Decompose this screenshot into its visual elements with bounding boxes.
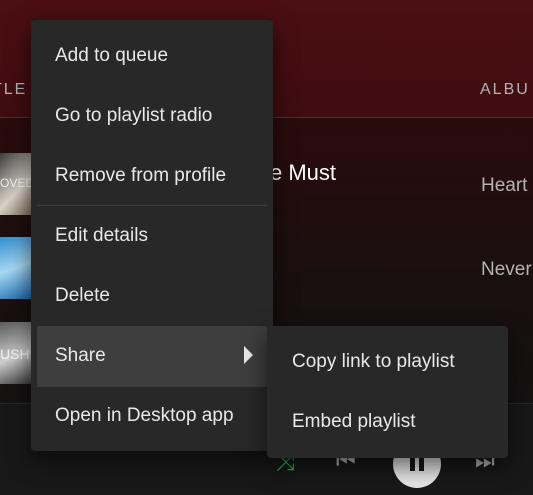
column-header-title[interactable]: TLE: [0, 81, 27, 99]
context-menu: Add to queue Go to playlist radio Remove…: [31, 20, 273, 451]
artwork-text-3: USH: [0, 346, 30, 362]
menu-item-open-in-desktop-app[interactable]: Open in Desktop app: [37, 386, 267, 446]
menu-item-share[interactable]: Share: [37, 326, 267, 386]
menu-item-delete[interactable]: Delete: [37, 266, 267, 326]
menu-item-remove-from-profile[interactable]: Remove from profile: [37, 146, 267, 206]
submenu-item-label: Copy link to playlist: [292, 351, 455, 372]
menu-item-label: Open in Desktop app: [55, 405, 234, 426]
menu-item-label: Add to queue: [55, 45, 169, 66]
menu-item-label: Share: [55, 345, 106, 366]
submenu-item-embed-playlist[interactable]: Embed playlist: [273, 392, 502, 452]
track-title-1[interactable]: e Must: [270, 160, 336, 186]
menu-item-edit-details[interactable]: Edit details: [37, 206, 267, 266]
artwork-text-1: OVED: [0, 176, 35, 190]
menu-item-label: Go to playlist radio: [55, 105, 213, 126]
submenu-item-copy-link-to-playlist[interactable]: Copy link to playlist: [273, 332, 502, 392]
chevron-right-icon: [244, 346, 253, 364]
menu-item-go-to-playlist-radio[interactable]: Go to playlist radio: [37, 86, 267, 146]
album-cell-2[interactable]: Never: [481, 259, 532, 281]
column-header-album[interactable]: ALBU: [480, 81, 530, 99]
menu-item-label: Edit details: [55, 225, 148, 246]
submenu-item-label: Embed playlist: [292, 411, 416, 432]
menu-item-label: Remove from profile: [55, 165, 227, 186]
track-artwork-2: [0, 237, 31, 299]
menu-item-label: Delete: [55, 285, 110, 306]
album-cell-1[interactable]: Heart: [481, 175, 527, 197]
menu-item-add-to-queue[interactable]: Add to queue: [37, 26, 267, 86]
share-submenu: Copy link to playlist Embed playlist: [267, 326, 508, 458]
